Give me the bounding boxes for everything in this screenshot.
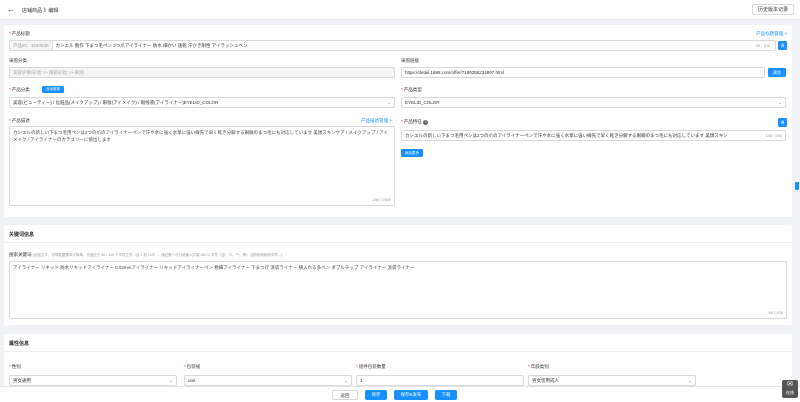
top-bar: ← 店铺商品 》编辑 历史版本记录 bbox=[0, 0, 800, 20]
keywords-section-title: 关键词信息 bbox=[9, 232, 35, 238]
product-feature-count: 136 / 250 bbox=[763, 131, 782, 140]
preview-button[interactable]: 预览 bbox=[768, 68, 786, 77]
search-keywords-hint: (包括空字、字母数据需求计算单、长度应于 80 / 100 个字符之内（含 1 … bbox=[32, 253, 283, 257]
purchase-category-label: 采购分类 bbox=[9, 58, 27, 63]
scroll-indicator[interactable] bbox=[795, 182, 799, 190]
product-title-value: カシエル 製作 下まつ毛ペン 2つ爪アイライナー 防水 細かい 速乾 汗かき耐性… bbox=[55, 43, 248, 48]
product-type-label: *产品类型 bbox=[401, 87, 422, 92]
footer-bar: 返回 保存 保存&发布 下载 bbox=[0, 386, 800, 402]
purchase-category-input: 美容护肤/彩妆 >> 眼部彩妆 >> 眼线 bbox=[9, 67, 395, 78]
attr-age-label: *年龄类别 bbox=[528, 364, 549, 369]
chat-label: 在线 bbox=[786, 390, 794, 395]
attr-age-select[interactable]: 男女皆用成人 ⌄ bbox=[528, 375, 696, 386]
chevron-down-icon: ⌄ bbox=[687, 378, 692, 384]
help-icon[interactable]: ? bbox=[423, 120, 429, 125]
product-title-label: *产品标题 bbox=[9, 31, 30, 36]
translate-title-button[interactable]: 译 bbox=[778, 41, 787, 50]
product-type-value: EYELID_COLOR bbox=[405, 100, 440, 105]
breadcrumb: 店铺商品 》编辑 bbox=[22, 8, 59, 14]
divider bbox=[4, 351, 792, 352]
product-desc-count: 186 / 2000 bbox=[372, 197, 391, 202]
chevron-down-icon: ⌄ bbox=[168, 378, 173, 384]
chat-icon: ✉ bbox=[787, 381, 793, 388]
product-title-count: 98 / 100 bbox=[755, 43, 770, 48]
purchase-link-input[interactable]: https://detail.1688.com/offer/7189256234… bbox=[401, 67, 765, 78]
product-title-manage-link[interactable]: 产品标题管理 > bbox=[756, 31, 787, 37]
product-feature-input[interactable]: カシエルの新しい下まつ毛用ペンは2つの爪のアイライナーペンで汗や水に強く水草に強… bbox=[401, 130, 786, 141]
product-type-select[interactable]: EYELID_COLOR ⌄ bbox=[401, 97, 786, 108]
product-category-value: 美容(ビューティー) / 化粧品(メイクアップ) / 眼妆(アイメイク) / 眼… bbox=[13, 100, 219, 105]
translate-feature-button[interactable]: 译 bbox=[778, 118, 787, 127]
attr-component-count-label: *组件包装数量 bbox=[356, 364, 386, 369]
basic-info-card: *产品标题 产品标题管理 > 产品ID：1040630 カシエル 製作 下まつ毛ペ… bbox=[4, 25, 792, 217]
attr-component-count-input[interactable]: 1 bbox=[356, 375, 524, 386]
auto-recommend-tag[interactable]: 自动推荐 bbox=[42, 86, 64, 93]
divider bbox=[4, 242, 792, 243]
product-desc-textarea[interactable]: カシエルの新しい下まつ毛用ペンは2つの爪のアイライナーペンで汗や水に強く水草に強… bbox=[9, 126, 395, 206]
purchase-link-label: 采购链接 bbox=[401, 58, 419, 63]
product-feature-value: カシエルの新しい下まつ毛用ペンは2つの爪のアイライナーペンで汗や水に強く水草に強… bbox=[405, 133, 728, 138]
product-title-input[interactable]: 产品ID：1040630 カシエル 製作 下まつ毛ペン 2つ爪アイライナー 防水 … bbox=[9, 40, 776, 51]
product-desc-value: カシエルの新しい下まつ毛用ペンは2つの爪のアイライナーペンで汗や水に強く水草に強… bbox=[13, 130, 388, 142]
search-keywords-count: 90 / 100 bbox=[768, 310, 783, 315]
download-button[interactable]: 下载 bbox=[435, 390, 457, 400]
attr-package-label: *包装规 bbox=[184, 364, 201, 369]
chevron-down-icon: ⌄ bbox=[777, 100, 782, 106]
attr-package-select[interactable]: unit ⌄ bbox=[184, 375, 352, 386]
keywords-card: 关键词信息 搜索关键词 (包括空字、字母数据需求计算单、长度应于 80 / 10… bbox=[4, 225, 792, 325]
attr-gender-select[interactable]: 男女通用 ⌄ bbox=[9, 375, 177, 386]
save-button[interactable]: 保存 bbox=[365, 390, 387, 400]
attr-gender-label: *性别 bbox=[9, 364, 21, 369]
chat-widget[interactable]: ✉ 在线 bbox=[782, 380, 798, 398]
product-category-label: *产品分类 bbox=[9, 87, 30, 92]
back-arrow-icon[interactable]: ← bbox=[7, 6, 16, 15]
search-keywords-value: アイライナー リキッド 防水リキッドアイライナー 0.02mmアイライナー リキ… bbox=[13, 265, 415, 270]
product-desc-label: *产品描述 bbox=[9, 118, 30, 123]
product-id-prefix: 产品ID：1040630 bbox=[10, 41, 53, 50]
product-desc-manage-link[interactable]: 产品描述管理 > bbox=[361, 118, 392, 124]
chevron-down-icon: ⌄ bbox=[386, 100, 391, 106]
history-button[interactable]: 历史版本记录 bbox=[751, 4, 794, 15]
attributes-card: 属性信息 *性别 男女通用 ⌄ *包装规 unit ⌄ *组件包装数量 1 *年龄类… bbox=[4, 334, 792, 386]
back-button[interactable]: 返回 bbox=[332, 390, 358, 400]
attributes-section-title: 属性信息 bbox=[9, 341, 30, 347]
search-keywords-label: 搜索关键词 (包括空字、字母数据需求计算单、长度应于 80 / 100 个字符之… bbox=[9, 252, 283, 257]
search-keywords-textarea[interactable]: アイライナー リキッド 防水リキッドアイライナー 0.02mmアイライナー リキ… bbox=[9, 261, 787, 319]
save-publish-button[interactable]: 保存&发布 bbox=[394, 390, 428, 400]
add-more-button[interactable]: 添加更多 bbox=[401, 149, 423, 157]
product-category-select[interactable]: 美容(ビューティー) / 化粧品(メイクアップ) / 眼妆(アイメイク) / 眼… bbox=[9, 97, 395, 108]
chevron-down-icon: ⌄ bbox=[343, 378, 348, 384]
product-feature-label: *产品特征 ? bbox=[401, 119, 429, 125]
